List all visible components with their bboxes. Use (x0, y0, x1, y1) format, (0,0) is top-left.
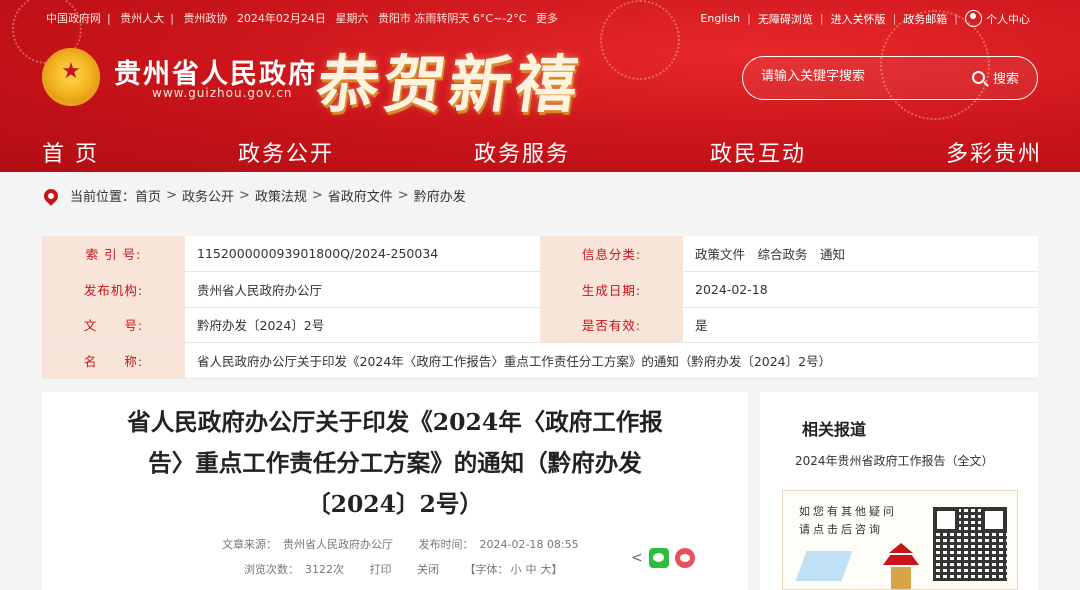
document-pencil-illustration (795, 551, 853, 581)
valid-label: 是否有效: (540, 307, 683, 343)
article-source: 贵州省人民政府办公厅 (283, 538, 393, 551)
breadcrumb-item[interactable]: 首页 (135, 186, 161, 205)
publisher-value: 贵州省人民政府办公厅 (185, 271, 540, 308)
document-info-table: 索 引 号: 115200000093901800Q/2024-250034 信… (42, 236, 1038, 379)
article-panel: 省人民政府办公厅关于印发《2024年〈政府工作报 告〉重点工作责任分工方案》的通… (42, 392, 748, 590)
search-box: 搜索 (742, 56, 1038, 100)
nav-guizhou[interactable]: 多彩贵州 (946, 136, 1042, 168)
table-row: 索 引 号: 115200000093901800Q/2024-250034 信… (42, 236, 1038, 272)
nav-gov-services[interactable]: 政务服务 (474, 136, 570, 168)
index-value: 115200000093901800Q/2024-250034 (185, 236, 540, 272)
wechat-share-icon[interactable] (648, 548, 669, 568)
index-label: 索 引 号: (42, 236, 185, 272)
article-title-line: 告〉重点工作责任分工方案》的通知（黔府办发 (148, 449, 642, 477)
breadcrumb: 当前位置： 首页 > 政务公开 > 政策法规 > 省政府文件 > 黔府办发 (41, 185, 466, 206)
elder-mode-link[interactable]: 进入关怀版 (831, 11, 886, 27)
breadcrumb-item[interactable]: 省政府文件 (328, 186, 393, 205)
breadcrumb-label: 当前位置： (70, 190, 136, 205)
national-emblem-logo[interactable] (42, 48, 100, 106)
name-value: 省人民政府办公厅关于印发《2024年〈政府工作报告〉重点工作责任分工方案》的通知… (185, 342, 1038, 379)
time-label: 发布时间： (418, 538, 474, 551)
english-link[interactable]: English (700, 12, 740, 25)
search-input[interactable] (761, 69, 951, 84)
breadcrumb-item[interactable]: 黔府办发 (414, 186, 466, 205)
article-meta-source: 文章来源： 贵州省人民政府办公厅 发布时间： 2024-02-18 08:55 (222, 536, 585, 552)
share-icon[interactable]: < (631, 550, 643, 566)
top-link-gov[interactable]: 中国政府网 (46, 12, 101, 25)
article-meta-tools: 浏览次数： 3122次 打印 关闭 【字体：小中大】 (244, 561, 569, 577)
docno-value: 黔府办发〔2024〕2号 (185, 307, 540, 343)
location-pin-icon (41, 185, 61, 206)
new-year-greeting: 恭贺新禧 (312, 48, 587, 121)
publish-time: 2024-02-18 08:55 (479, 538, 579, 551)
article-title-line: 〔2024〕2号） (307, 490, 483, 518)
accessible-link[interactable]: 无障碍浏览 (758, 11, 813, 27)
view-count: 3122次 (305, 563, 344, 576)
date-label: 生成日期: (540, 271, 683, 308)
search-button[interactable]: 搜索 (971, 68, 1019, 87)
table-row: 文 号: 黔府办发〔2024〕2号 是否有效: 是 (42, 307, 1038, 343)
name-label: 名 称: (42, 342, 185, 379)
user-icon[interactable] (965, 10, 982, 27)
nav-gov-affairs[interactable]: 政务公开 (238, 136, 334, 168)
nav-interaction[interactable]: 政民互动 (710, 136, 806, 168)
article-title-line: 省人民政府办公厅关于印发《2024年〈政府工作报 (127, 408, 663, 436)
top-right-links: English | 无障碍浏览 | 进入关怀版 | 政务邮箱 | 个人中心 (700, 10, 1030, 27)
publisher-label: 发布机构: (42, 271, 185, 308)
font-small-button[interactable]: 小 (511, 563, 522, 576)
article-title: 省人民政府办公厅关于印发《2024年〈政府工作报 告〉重点工作责任分工方案》的通… (92, 402, 698, 525)
close-link[interactable]: 关闭 (417, 563, 439, 576)
main-nav: 首 页 政务公开 政务服务 政民互动 多彩贵州 (0, 132, 1080, 172)
firework-decoration (600, 0, 680, 80)
mailbox-link[interactable]: 政务邮箱 (903, 11, 947, 27)
font-size-label: 【字体： (464, 563, 509, 576)
breadcrumb-item[interactable]: 政策法规 (255, 186, 307, 205)
current-date: 2024年02月24日 (236, 12, 326, 25)
font-large-button[interactable]: 大 (541, 563, 552, 576)
personal-center-link[interactable]: 个人中心 (986, 11, 1030, 27)
qr-text-line: 请点击后咨询 (799, 523, 883, 536)
docno-label: 文 号: (42, 307, 185, 343)
print-link[interactable]: 打印 (370, 563, 392, 576)
font-medium-button[interactable]: 中 (526, 563, 537, 576)
weibo-share-icon[interactable] (674, 548, 695, 568)
related-sidebar: 相关报道 2024年贵州省政府工作报告（全文） 如您有其他疑问 请点击后咨询 (760, 392, 1038, 590)
views-label: 浏览次数： (244, 563, 299, 576)
category-value: 政策文件 综合政务 通知 (683, 236, 1038, 272)
pavilion-illustration (879, 543, 923, 589)
weekday: 星期六 (335, 12, 369, 25)
top-link-npc[interactable]: 贵州人大 (120, 12, 164, 25)
share-bar: < (631, 548, 695, 568)
search-button-label: 搜索 (992, 72, 1019, 87)
category-label: 信息分类: (540, 236, 683, 272)
nav-home[interactable]: 首 页 (42, 136, 99, 168)
top-links-bar: 中国政府网 | 贵州人大 | 贵州政协 2024年02月24日 星期六 贵阳市 冻雨… (46, 12, 558, 25)
table-row: 名 称: 省人民政府办公厅关于印发《2024年〈政府工作报告〉重点工作责任分工方… (42, 342, 1038, 379)
weather: 贵阳市 冻雨转阴天 6°C~-2°C (377, 12, 527, 25)
date-value: 2024-02-18 (683, 271, 1038, 308)
site-header: 中国政府网 | 贵州人大 | 贵州政协 2024年02月24日 星期六 贵阳市 冻雨… (0, 0, 1080, 172)
consult-qr-card[interactable]: 如您有其他疑问 请点击后咨询 (782, 490, 1018, 590)
site-url: www.guizhou.gov.cn (152, 86, 293, 100)
related-title: 相关报道 (802, 420, 867, 439)
qr-code[interactable] (933, 507, 1007, 581)
qr-text-line: 如您有其他疑问 (799, 505, 897, 518)
top-link-cppcc[interactable]: 贵州政协 (183, 12, 227, 25)
weather-more-link[interactable]: 更多 (536, 12, 558, 25)
source-label: 文章来源： (222, 538, 277, 551)
valid-value: 是 (683, 307, 1038, 343)
table-row: 发布机构: 贵州省人民政府办公厅 生成日期: 2024-02-18 (42, 271, 1038, 308)
related-link[interactable]: 2024年贵州省政府工作报告（全文） (795, 452, 994, 469)
search-icon (971, 71, 985, 84)
font-size-bracket: 】 (551, 563, 563, 576)
breadcrumb-item[interactable]: 政务公开 (182, 186, 234, 205)
